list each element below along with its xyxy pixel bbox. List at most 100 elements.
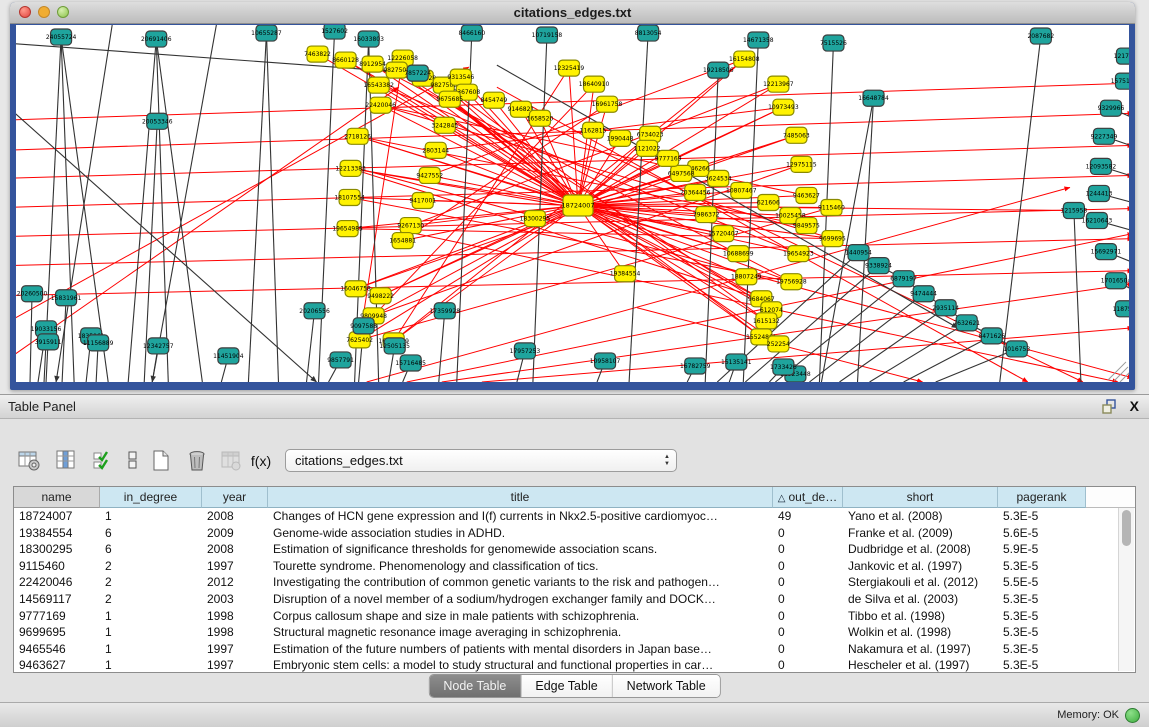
new-document-icon[interactable] [148,448,174,474]
graph-node[interactable]: 9227349 [1091,128,1118,144]
table-vertical-scrollbar[interactable] [1118,508,1134,671]
graph-node[interactable]: 6497568 [668,165,695,181]
graph-node[interactable]: 15692971 [1091,244,1122,260]
graph-edge[interactable] [16,239,1129,266]
graph-node[interactable]: 9097588 [350,318,377,334]
graph-node[interactable]: 9329966 [1098,100,1125,116]
graph-node[interactable]: 1654881 [389,233,416,249]
tab-edge-table[interactable]: Edge Table [521,675,612,697]
row-toggle-icon[interactable] [120,448,146,474]
column-header-in-degree[interactable]: in_degree [100,487,202,508]
graph-node[interactable]: 16961758 [592,96,623,112]
graph-node[interactable]: 18300295 [520,211,551,227]
graph-node[interactable]: 9857791 [327,352,354,368]
network-canvas[interactable]: 1872400774638228660128891295412226058982… [16,25,1129,382]
graph-node[interactable]: 1658520 [527,110,554,126]
graph-node[interactable]: 19654923 [783,246,814,262]
graph-node[interactable]: 18107554 [334,189,365,205]
graph-node[interactable]: 1527602 [321,25,348,39]
graph-node[interactable]: 7485063 [783,127,810,143]
graph-node[interactable]: 15716485 [395,355,426,371]
graph-node[interactable]: 18807249 [731,269,762,285]
graph-node[interactable]: 621606 [757,194,780,210]
graph-node[interactable]: 8660128 [332,52,359,68]
graph-node[interactable]: 7463822 [304,46,331,62]
graph-node[interactable]: 24055724 [46,29,77,45]
close-window-icon[interactable] [19,6,31,18]
graph-node[interactable]: 20053346 [142,113,173,129]
graph-node[interactable]: 8912954 [359,56,386,72]
table-row[interactable]: 1872400712008Changes of HCN gene express… [14,508,1135,525]
graph-edge[interactable] [307,311,315,382]
graph-node[interactable]: 1615132 [753,313,780,329]
graph-edge[interactable] [809,294,923,382]
column-header-out-degree[interactable]: △out_de… [773,487,843,508]
table-row[interactable]: 946554611997Estimation of the future num… [14,641,1135,658]
graph-node[interactable]: 9427552 [416,167,443,183]
graph-node[interactable]: 16648784 [858,90,889,106]
graph-node[interactable]: 16782759 [680,358,711,374]
table-row[interactable]: 969969511998Structural magnetic resonanc… [14,624,1135,641]
graph-node[interactable]: 16210643 [1082,213,1113,229]
graph-node[interactable]: 9417001 [409,192,436,208]
graph-node[interactable]: 16543382 [363,77,394,93]
graph-node[interactable]: 20691406 [141,31,172,47]
graph-edge[interactable] [16,271,1129,296]
graph-node[interactable]: 10973493 [768,99,799,115]
graph-node[interactable]: 9474444 [910,286,937,302]
graph-node[interactable]: 22420046 [365,97,396,113]
graph-edge[interactable] [30,294,32,382]
column-header-name[interactable]: name [14,487,100,508]
table-columns-icon[interactable] [53,448,79,474]
graph-node[interactable]: 10688699 [723,246,754,262]
graph-edge[interactable] [1074,211,1081,382]
graph-node[interactable]: 19654985 [332,221,363,237]
graph-edge[interactable] [16,145,1129,178]
float-panel-icon[interactable] [1101,398,1118,415]
graph-node[interactable]: 20206556 [299,303,330,319]
graph-node[interactable]: 252254 [767,336,790,352]
graph-edge[interactable] [156,39,202,382]
graph-node[interactable]: 9338924 [865,258,892,274]
column-header-title[interactable]: title [268,487,773,508]
minimize-window-icon[interactable] [38,6,50,18]
graph-node[interactable]: 1215958 [1061,202,1088,218]
graph-node[interactable]: 11156889 [83,335,114,351]
graph-node[interactable]: 10958107 [590,353,621,369]
column-header-year[interactable]: year [202,487,268,508]
graph-node[interactable]: 7986372 [693,207,720,223]
graph-node[interactable]: 15720407 [708,226,739,242]
graph-node[interactable]: 12342757 [143,338,174,354]
network-graph[interactable]: 1872400774638228660128891295412226058982… [16,25,1129,382]
delete-icon[interactable] [184,448,210,474]
graph-node[interactable]: 17957253 [510,343,541,359]
table-row[interactable]: 946362711997Embryonic stem cells: a mode… [14,657,1135,673]
graph-node[interactable]: 19218506 [703,62,734,78]
select-columns-icon[interactable] [90,448,116,474]
close-panel-icon[interactable]: X [1130,398,1139,415]
graph-node[interactable]: 8466160 [458,25,485,41]
graph-node[interactable]: 12213383 [335,160,366,176]
maximize-window-icon[interactable] [57,6,69,18]
graph-node[interactable]: 14671358 [743,32,774,48]
graph-node[interactable]: 15831961 [51,290,82,306]
graph-node[interactable]: 7632621 [953,315,980,331]
scrollbar-thumb[interactable] [1122,510,1131,546]
graph-node[interactable]: 9777169 [655,150,682,166]
graph-node[interactable]: 15135141 [721,354,752,370]
graph-node[interactable]: 2935114 [932,300,959,316]
graph-node[interactable]: 10807467 [726,182,757,198]
graph-node[interactable]: 12975115 [786,156,817,172]
table-row[interactable]: 2242004622012Investigating the contribut… [14,574,1135,591]
graph-node[interactable]: 10655287 [251,25,282,41]
graph-node[interactable]: 3242845 [431,117,458,133]
column-header-short[interactable]: short [843,487,998,508]
graph-node[interactable]: 1121022 [634,140,661,156]
graph-node[interactable]: 16033803 [353,31,384,47]
table-selector-dropdown[interactable]: citations_edges.txt ▲▼ [285,449,677,472]
graph-node[interactable]: 1016753 [1003,341,1030,357]
graph-node[interactable]: 12325419 [554,60,585,76]
graph-edge[interactable] [629,33,648,382]
table-settings-icon[interactable] [16,448,42,474]
graph-node[interactable]: 17359928 [430,303,461,319]
